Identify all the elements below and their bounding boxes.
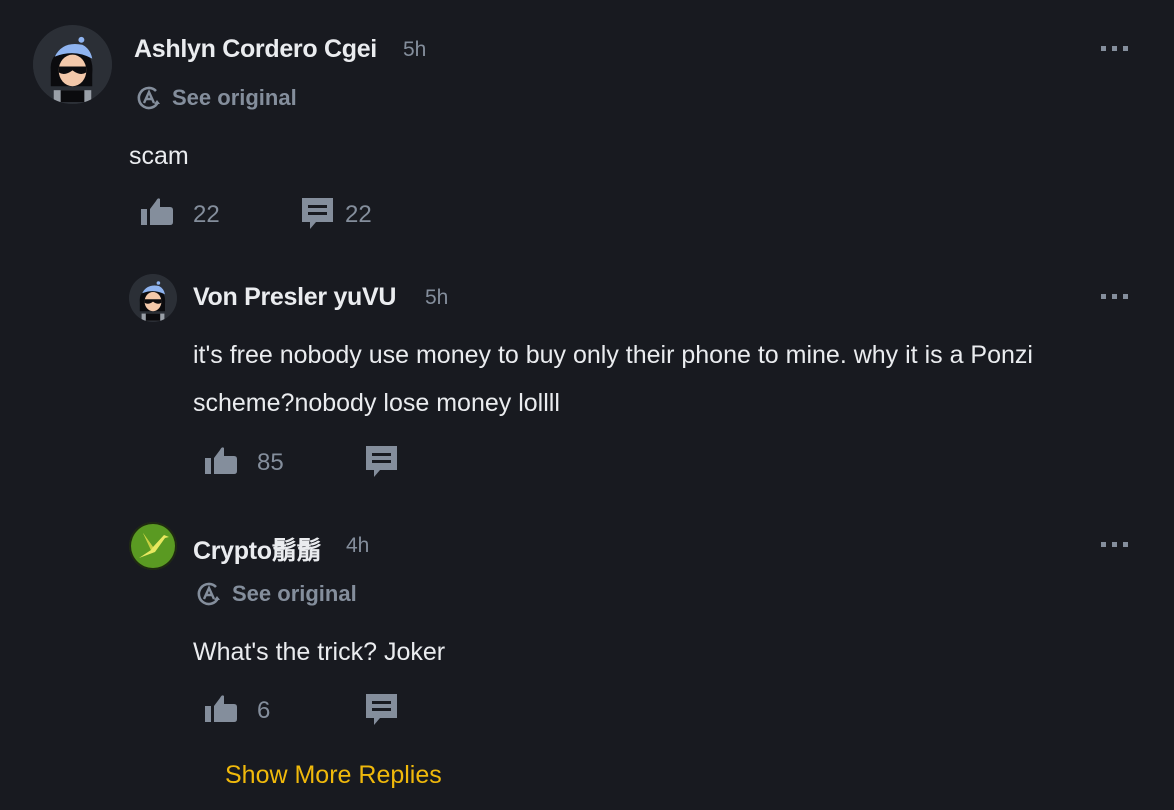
dot [1101, 542, 1106, 547]
see-original-link[interactable]: See original [136, 85, 297, 111]
avatar[interactable] [129, 274, 177, 322]
comment-author[interactable]: Von Presler yuVU [193, 283, 396, 312]
more-options-button[interactable] [1101, 46, 1128, 51]
translate-icon [137, 86, 160, 110]
more-options-button[interactable] [1101, 294, 1128, 299]
comment-author[interactable]: Ashlyn Cordero Cgei [134, 35, 377, 64]
reply-count: 22 [345, 201, 372, 228]
dot [1101, 294, 1106, 299]
comment-time: 5h [425, 286, 449, 309]
like-count: 85 [257, 449, 284, 476]
comment-time: 5h [403, 38, 427, 61]
default-avatar-icon [129, 274, 177, 322]
dot [1112, 46, 1117, 51]
like-button[interactable] [141, 197, 174, 227]
bird-avatar-icon [129, 522, 177, 570]
like-count: 6 [257, 697, 271, 724]
dot [1101, 46, 1106, 51]
more-options-button[interactable] [1101, 542, 1128, 547]
avatar[interactable] [33, 25, 112, 104]
comment-text: it's free nobody use money to buy only t… [193, 341, 1033, 417]
thumbs-up-icon [205, 447, 237, 474]
avatar[interactable] [129, 522, 177, 570]
comment-icon [366, 694, 397, 725]
see-original-label: See original [172, 85, 297, 110]
dot [1112, 294, 1117, 299]
default-avatar-icon [33, 25, 112, 104]
comment-icon [366, 446, 397, 477]
like-button[interactable] [205, 694, 238, 724]
comment-time: 4h [346, 534, 370, 557]
comment-author[interactable]: Crypto鬅鬅 [193, 531, 321, 567]
reply-button[interactable] [302, 198, 333, 230]
dot [1123, 46, 1128, 51]
thumbs-up-icon [141, 198, 173, 225]
reply-button[interactable] [366, 694, 397, 726]
translate-icon [197, 582, 220, 606]
dot [1123, 542, 1128, 547]
show-more-replies-button[interactable]: Show More Replies [225, 761, 442, 790]
see-original-label: See original [232, 581, 357, 606]
comment-text: What's the trick? Joker [193, 638, 446, 666]
dot [1123, 294, 1128, 299]
see-original-link[interactable]: See original [196, 581, 357, 607]
comment-text: scam [129, 142, 189, 170]
dot [1112, 542, 1117, 547]
comment-icon [302, 198, 333, 229]
like-button[interactable] [205, 446, 238, 476]
reply-button[interactable] [366, 446, 397, 478]
thumbs-up-icon [205, 695, 237, 722]
like-count: 22 [193, 201, 220, 228]
